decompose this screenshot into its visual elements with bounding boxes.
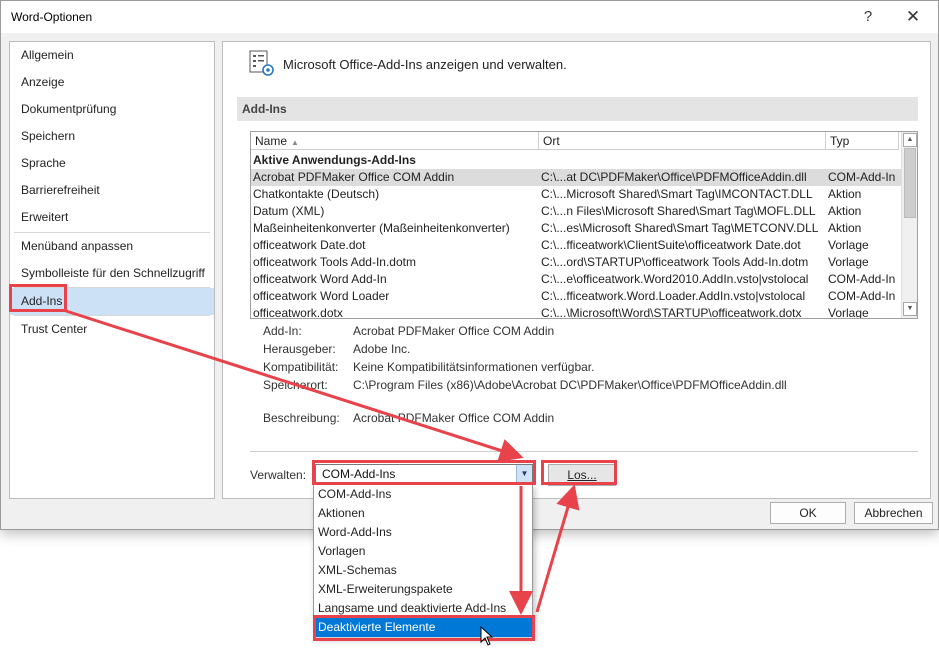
scroll-up-icon[interactable]: ▲ [903, 133, 917, 147]
addin-name-cell: officeatwork.dotx [253, 306, 343, 319]
addins-list[interactable]: Name ▲ Ort Typ Aktive Anwendungs-Add-Ins … [250, 131, 918, 319]
sidebar-item-anzeige[interactable]: Anzeige [10, 69, 214, 96]
addin-type-cell: Aktion [828, 204, 862, 218]
ok-button[interactable]: OK [770, 502, 846, 524]
dropdown-option-langsame-addins[interactable]: Langsame und deaktivierte Add-Ins [314, 599, 532, 618]
chevron-down-icon[interactable]: ▼ [516, 465, 532, 483]
addin-location-cell: C:\...Microsoft Shared\Smart Tag\IMCONTA… [541, 187, 813, 201]
sidebar-item-trust-center[interactable]: Trust Center [10, 316, 214, 343]
table-row[interactable]: Datum (XML) C:\...n Files\Microsoft Share… [251, 203, 901, 220]
table-row[interactable]: officeatwork Tools Add-In.dotm C:\...ord\… [251, 254, 901, 271]
addins-settings-icon [249, 50, 274, 76]
addin-type-cell: Vorlage [828, 306, 869, 319]
scroll-down-icon[interactable]: ▼ [903, 302, 917, 316]
cancel-button[interactable]: Abbrechen [854, 502, 933, 524]
dropdown-option-com-add-ins[interactable]: COM-Add-Ins [314, 485, 532, 504]
addin-name-cell: officeatwork Word Add-In [253, 272, 387, 286]
manage-dropdown-list[interactable]: COM-Add-Ins Aktionen Word-Add-Ins Vorlag… [313, 484, 533, 637]
addin-location-cell: C:\...\Microsoft\Word\STARTUP\officeatwo… [541, 306, 802, 319]
addin-type-cell: Aktion [828, 187, 862, 201]
addin-name-cell: Maßeinheitenkonverter (Maßeinheitenkonve… [253, 221, 510, 235]
addins-panel: Microsoft Office-Add-Ins anzeigen und ve… [222, 41, 931, 499]
table-row[interactable]: officeatwork Word Loader C:\...fficeatwor… [251, 288, 901, 305]
table-row[interactable]: officeatwork Date.dot C:\...fficeatwork\C… [251, 237, 901, 254]
detail-compat-value: Keine Kompatibilitätsinformationen verfü… [353, 360, 595, 374]
help-button[interactable]: ? [853, 5, 883, 29]
table-row[interactable]: Chatkontakte (Deutsch) C:\...Microsoft Sh… [251, 186, 901, 203]
addin-type-cell: Aktion [828, 221, 862, 235]
sidebar-item-allgemein[interactable]: Allgemein [10, 42, 214, 69]
dropdown-option-deaktivierte-elemente[interactable]: Deaktivierte Elemente [314, 618, 532, 637]
manage-combobox[interactable]: COM-Add-Ins ▼ [315, 464, 533, 484]
sidebar-item-add-ins[interactable]: Add-Ins [10, 288, 214, 315]
addin-location-cell: C:\...es\Microsoft Shared\Smart Tag\METC… [541, 221, 819, 235]
detail-addin-label: Add-In: [263, 324, 302, 338]
section-title-add-ins: Add-Ins [237, 97, 918, 121]
addin-name-cell: officeatwork Tools Add-In.dotm [253, 255, 416, 269]
manage-selected-value: COM-Add-Ins [322, 467, 396, 481]
sidebar-item-barrierefreiheit[interactable]: Barrierefreiheit [10, 177, 214, 204]
addin-location-cell: C:\...fficeatwork.Word.Loader.AddIn.vsto… [541, 289, 806, 303]
column-header-ort[interactable]: Ort [539, 132, 826, 150]
column-header-typ[interactable]: Typ [826, 132, 899, 150]
detail-location-label: Speicherort: [263, 378, 328, 392]
addin-location-cell: C:\...e\officeatwork.Word2010.AddIn.vsto… [541, 272, 809, 286]
addin-location-cell: C:\...fficeatwork\ClientSuite\officeatwo… [541, 238, 801, 252]
addin-name-cell: Datum (XML) [253, 204, 325, 218]
panel-divider [250, 451, 918, 452]
scroll-thumb[interactable] [904, 148, 916, 218]
addin-type-cell: COM-Add-In [828, 272, 896, 286]
addin-name-cell: Acrobat PDFMaker Office COM Addin [253, 170, 455, 184]
detail-description-value: Acrobat PDFMaker Office COM Addin [353, 411, 555, 425]
dropdown-option-xml-schemas[interactable]: XML-Schemas [314, 561, 532, 580]
addin-type-cell: Vorlage [828, 255, 869, 269]
sidebar-item-schnellzugriff[interactable]: Symbolleiste für den Schnellzugriff [10, 260, 214, 287]
addin-name-cell: Chatkontakte (Deutsch) [253, 187, 380, 201]
detail-description-label: Beschreibung: [263, 411, 340, 425]
table-row[interactable]: officeatwork Word Add-In C:\...e\officeat… [251, 271, 901, 288]
sidebar-item-sprache[interactable]: Sprache [10, 150, 214, 177]
list-scrollbar[interactable]: ▲ ▼ [901, 132, 917, 318]
table-row[interactable]: Maßeinheitenkonverter (Maßeinheitenkonve… [251, 220, 901, 237]
sidebar-item-erweitert[interactable]: Erweitert [10, 204, 214, 231]
sidebar-item-menueband[interactable]: Menüband anpassen [10, 233, 214, 260]
addin-type-cell: COM-Add-In [828, 170, 896, 184]
panel-heading: Microsoft Office-Add-Ins anzeigen und ve… [283, 57, 567, 72]
detail-compat-label: Kompatibilität: [263, 360, 339, 374]
column-header-name[interactable]: Name ▲ [251, 132, 539, 150]
title-bar: Word-Optionen ? ✕ [1, 1, 938, 33]
go-button-label: Los... [567, 468, 597, 482]
addin-type-cell: Vorlage [828, 238, 869, 252]
detail-publisher-label: Herausgeber: [263, 342, 336, 356]
table-row[interactable]: officeatwork.dotx C:\...\Microsoft\Word\S… [251, 305, 901, 319]
word-options-dialog: Word-Optionen ? ✕ Allgemein Anzeige Doku… [0, 0, 939, 530]
column-name-label: Name [255, 134, 288, 148]
mouse-cursor-icon [480, 626, 494, 646]
dropdown-option-word-add-ins[interactable]: Word-Add-Ins [314, 523, 532, 542]
addin-location-cell: C:\...n Files\Microsoft Shared\Smart Tag… [541, 204, 816, 218]
addin-location-cell: C:\...ord\STARTUP\officeatwork Tools Add… [541, 255, 809, 269]
window-title: Word-Optionen [11, 10, 93, 24]
manage-label: Verwalten: [250, 468, 307, 482]
options-sidebar: Allgemein Anzeige Dokumentprüfung Speich… [9, 41, 215, 499]
go-button[interactable]: Los... [548, 464, 616, 486]
dropdown-option-aktionen[interactable]: Aktionen [314, 504, 532, 523]
addin-name-cell: officeatwork Date.dot [253, 238, 366, 252]
table-row[interactable]: Acrobat PDFMaker Office COM Addin C:\...a… [251, 169, 901, 186]
detail-location-value: C:\Program Files (x86)\Adobe\Acrobat DC\… [353, 378, 787, 392]
sidebar-item-dokumentpruefung[interactable]: Dokumentprüfung [10, 96, 214, 123]
addin-name-cell: officeatwork Word Loader [253, 289, 390, 303]
detail-addin-value: Acrobat PDFMaker Office COM Addin [353, 324, 555, 338]
close-button[interactable]: ✕ [898, 5, 928, 29]
addin-type-cell: COM-Add-In [828, 289, 896, 303]
group-active-addins: Aktive Anwendungs-Add-Ins [253, 153, 416, 167]
addin-location-cell: C:\...at DC\PDFMaker\Office\PDFMOfficeAd… [541, 170, 807, 184]
detail-publisher-value: Adobe Inc. [353, 342, 411, 356]
dropdown-option-xml-erweiterungspakete[interactable]: XML-Erweiterungspakete [314, 580, 532, 599]
sidebar-item-speichern[interactable]: Speichern [10, 123, 214, 150]
sort-ascending-icon: ▲ [291, 138, 299, 147]
dropdown-option-vorlagen[interactable]: Vorlagen [314, 542, 532, 561]
